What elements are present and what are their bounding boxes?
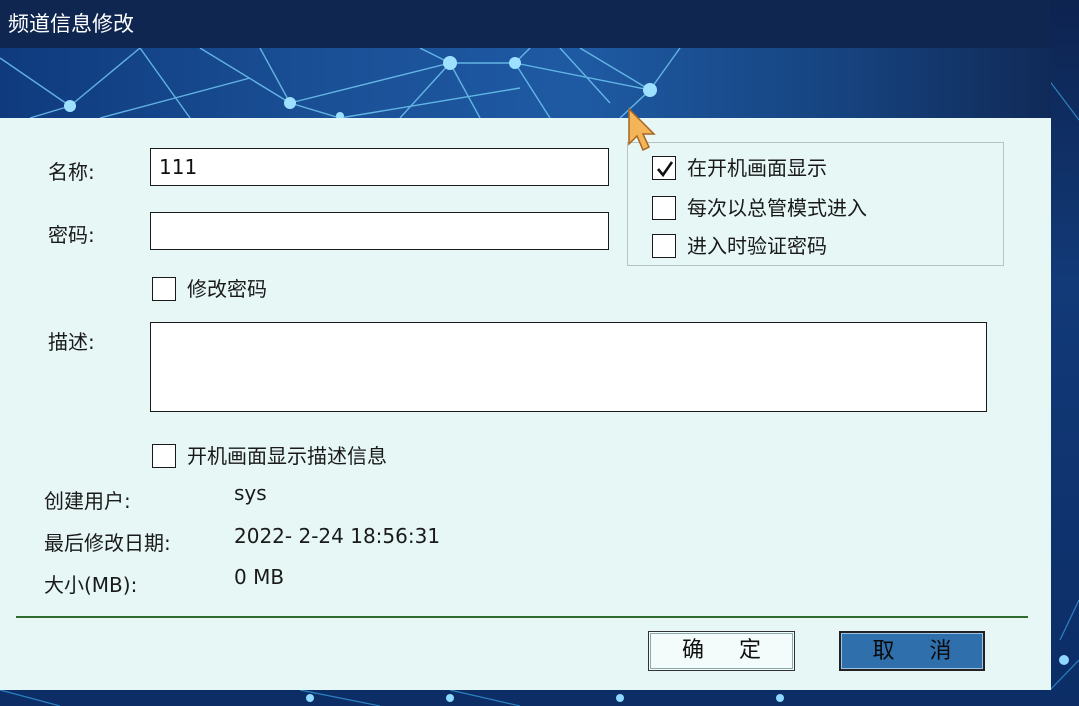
network-banner-graphic (0, 48, 681, 118)
modified-date-label: 最后修改日期: (44, 531, 171, 555)
show-on-boot-checkbox[interactable] (652, 156, 676, 180)
channel-edit-dialog: 频道信息修改 名称: 111 密码: 修改密码 描述: 开机画面显示描述信息 在… (0, 0, 1051, 690)
ok-button[interactable]: 确 定 (648, 631, 795, 671)
name-label: 名称: (48, 160, 95, 184)
mouse-cursor-icon (628, 107, 656, 152)
admin-mode-checkbox[interactable] (652, 196, 676, 220)
header-banner (0, 48, 1051, 118)
show-on-boot-label[interactable]: 在开机画面显示 (687, 152, 827, 181)
change-password-label[interactable]: 修改密码 (187, 273, 267, 302)
check-icon (657, 161, 674, 178)
creator-value: sys (234, 481, 267, 505)
show-description-checkbox[interactable] (152, 444, 176, 468)
footer-divider (16, 616, 1028, 618)
description-label: 描述: (48, 330, 95, 354)
size-value: 0 MB (234, 565, 285, 589)
admin-mode-label[interactable]: 每次以总管模式进入 (687, 192, 867, 221)
verify-password-checkbox[interactable] (652, 234, 676, 258)
dialog-title-bar[interactable]: 频道信息修改 (0, 0, 1051, 48)
size-label: 大小(MB): (44, 573, 138, 597)
description-textarea[interactable] (150, 322, 987, 412)
creator-label: 创建用户: (44, 489, 131, 513)
change-password-checkbox[interactable] (152, 277, 176, 301)
modified-date-value: 2022- 2-24 18:56:31 (234, 524, 441, 548)
name-input[interactable]: 111 (150, 148, 609, 186)
verify-password-label[interactable]: 进入时验证密码 (687, 230, 827, 259)
password-label: 密码: (48, 223, 95, 247)
show-description-label[interactable]: 开机画面显示描述信息 (187, 440, 387, 469)
password-input[interactable] (150, 212, 609, 250)
cancel-button[interactable]: 取 消 (839, 631, 985, 671)
dialog-title: 频道信息修改 (8, 12, 134, 36)
